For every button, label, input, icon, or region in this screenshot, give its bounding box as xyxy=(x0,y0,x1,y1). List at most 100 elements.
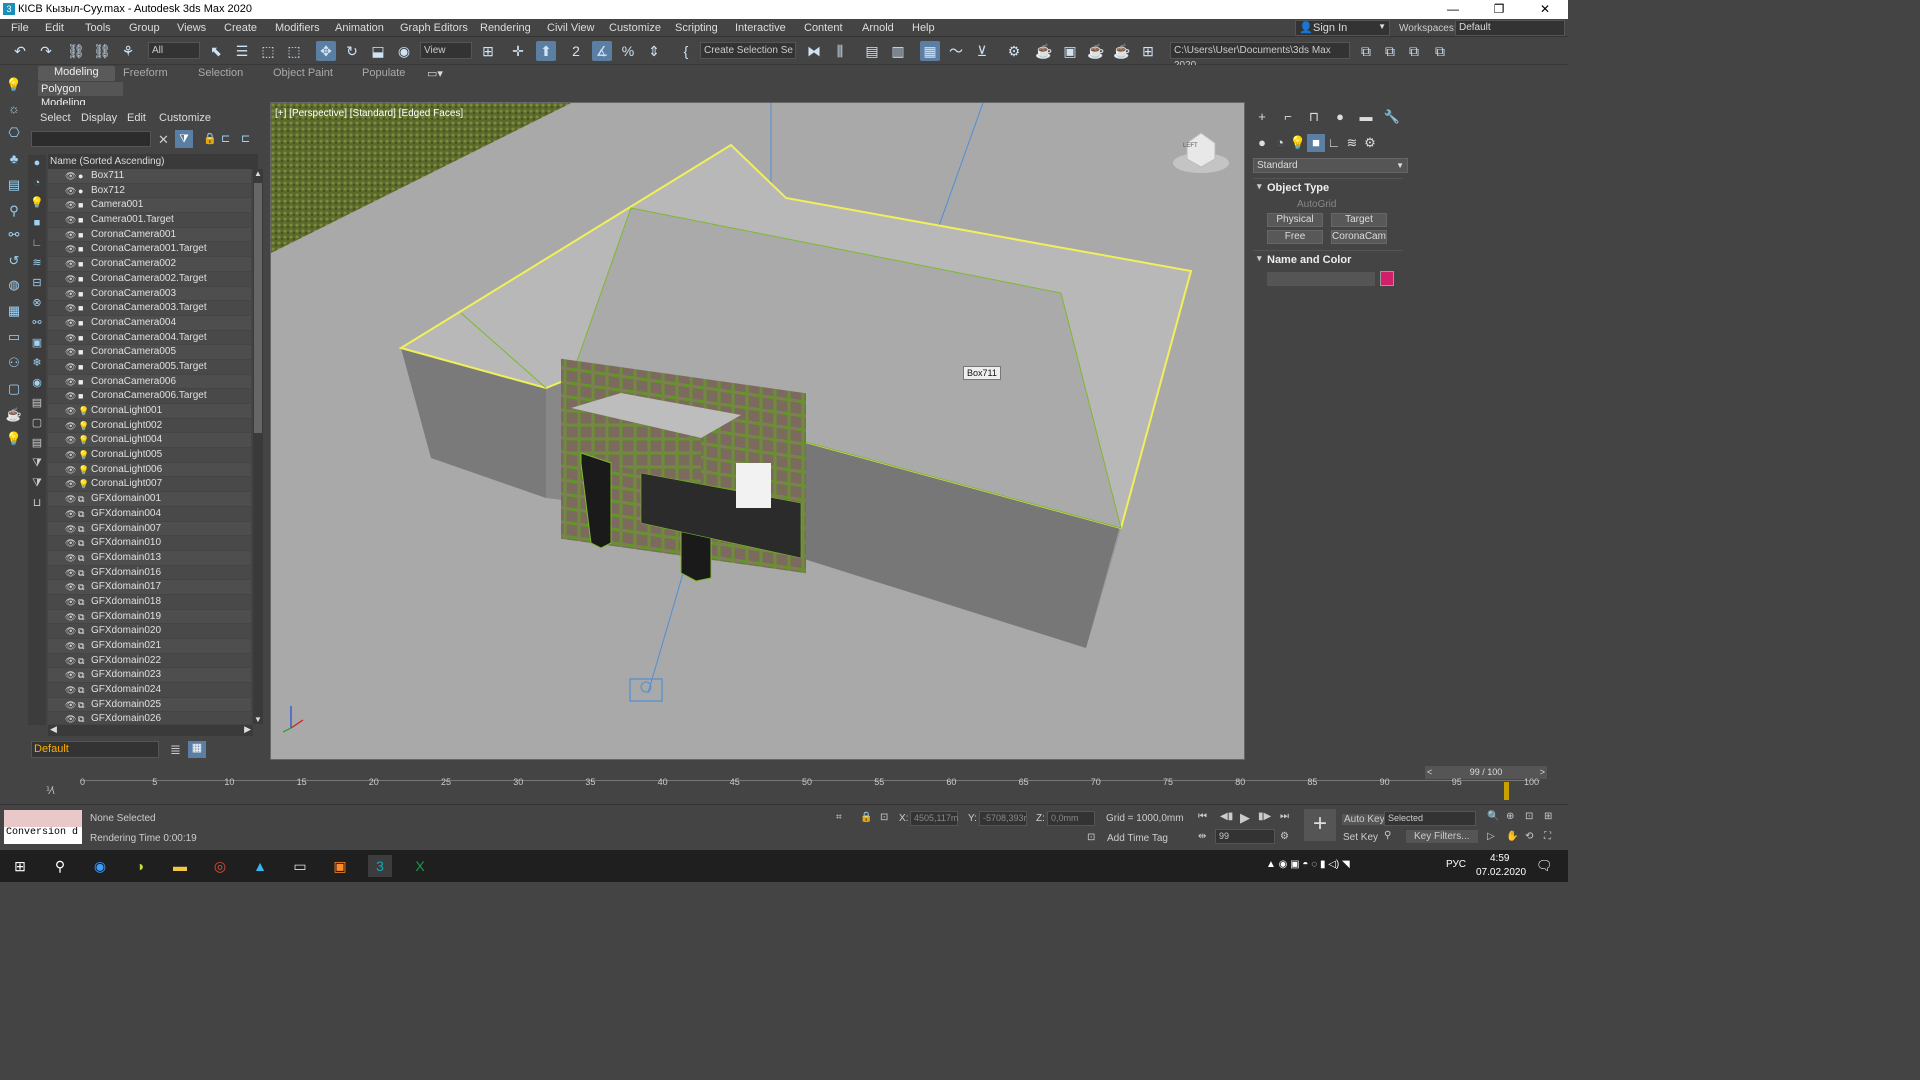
camera-tool-icon[interactable]: ⎔ xyxy=(5,124,23,142)
eye-icon[interactable]: 👁 xyxy=(65,624,76,639)
eye-icon[interactable]: 👁 xyxy=(65,463,76,478)
hierarchy-tab-icon[interactable]: ⊓ xyxy=(1305,108,1323,126)
tray-icons[interactable]: ▲ ◉ ▣ ◓ ◌ ▮ ◁) ◥ xyxy=(1266,859,1350,870)
fov-icon[interactable]: ▷ xyxy=(1487,831,1495,842)
xrefs-filter-icon[interactable]: ⊗ xyxy=(29,295,45,311)
place-icon[interactable]: ◉ xyxy=(394,41,414,61)
containers-filter-icon[interactable]: ▣ xyxy=(29,335,45,351)
material-editor-icon[interactable]: ⚙ xyxy=(1004,41,1024,61)
prev-key-icon[interactable]: ◀▮ xyxy=(1220,811,1233,822)
eye-icon[interactable]: 👁 xyxy=(65,522,76,537)
tab-modeling[interactable]: Modeling xyxy=(38,66,115,81)
list-item[interactable]: 👁 ■ Camera001 xyxy=(48,198,251,214)
layers-toggle-icon[interactable]: ⊏ xyxy=(241,132,250,145)
teamviewer-icon[interactable]: ◉ xyxy=(88,855,112,877)
eye-icon[interactable]: 👁 xyxy=(65,580,76,595)
list-item[interactable]: 👁 ⧉ GFXdomain010 xyxy=(48,536,251,551)
selection-filter-dropdown[interactable]: All xyxy=(148,42,200,59)
eye-icon[interactable]: 👁 xyxy=(65,287,76,302)
eye-icon[interactable]: 👁 xyxy=(65,301,76,316)
maxscript-listener-mini[interactable] xyxy=(4,810,82,827)
screen-icon[interactable]: ▭ xyxy=(5,328,23,346)
open-explorer-4-icon[interactable]: ⧉ xyxy=(1430,41,1450,61)
category-dropdown[interactable]: Standard ▼ xyxy=(1253,158,1408,173)
people-icon[interactable]: ⚇ xyxy=(5,354,23,372)
ref-coord-dropdown[interactable]: View xyxy=(420,42,472,59)
rendered-frame-window-icon[interactable]: ▣ xyxy=(1060,41,1080,61)
object-name-input[interactable] xyxy=(1267,272,1375,286)
tab-freeform[interactable]: Freeform xyxy=(123,67,168,79)
list-item[interactable]: 👁 ⧉ GFXdomain023 xyxy=(48,668,251,684)
language-indicator[interactable]: РУС xyxy=(1446,859,1466,870)
helpers-filter-icon[interactable]: ∟ xyxy=(29,235,45,251)
project-folder-dropdown[interactable]: C:\Users\User\Documents\3ds Max 2020 xyxy=(1170,42,1350,71)
polygon-modeling-panel[interactable]: Polygon Modeling xyxy=(38,82,123,109)
goto-start-icon[interactable]: ⏮ xyxy=(1198,811,1207,822)
layer-dropdown[interactable]: Default xyxy=(31,741,159,758)
geometry-create-icon[interactable]: ● xyxy=(1253,134,1271,152)
list-item[interactable]: 👁 ⧉ GFXdomain013 xyxy=(48,550,251,566)
eye-icon[interactable]: 👁 xyxy=(65,712,76,724)
eye-icon[interactable]: 👁 xyxy=(65,198,76,213)
app-circle-icon[interactable]: ◑ xyxy=(128,855,152,877)
undo-icon[interactable]: ↶ xyxy=(10,41,30,61)
menu-modifiers[interactable]: Modifiers xyxy=(275,20,320,36)
invert-filter-icon[interactable]: ▤ xyxy=(29,435,45,451)
list-item[interactable]: 👁 💡 CoronaLight001 xyxy=(48,404,251,419)
rotate-tool-icon[interactable]: ↺ xyxy=(5,252,23,270)
zoom-extents-icon[interactable]: ⊡ xyxy=(1525,811,1533,822)
eye-icon[interactable]: 👁 xyxy=(65,507,76,522)
hierarchy-icon[interactable]: ⊏ xyxy=(221,132,230,145)
bind-spacewarp-icon[interactable]: ⚘ xyxy=(118,41,138,61)
scroll-left-icon[interactable]: ◀ xyxy=(50,724,57,735)
selection-lock-icon[interactable]: 🔒 xyxy=(860,812,872,823)
select-by-name-icon[interactable]: ☰ xyxy=(232,41,252,61)
perspective-viewport[interactable]: [+] [Perspective] [Standard] [Edged Face… xyxy=(270,102,1245,760)
redo-icon[interactable]: ↷ xyxy=(36,41,56,61)
eye-icon[interactable]: 👁 xyxy=(65,404,76,419)
percent-snap-icon[interactable]: % xyxy=(618,41,638,61)
create-tab-icon[interactable]: + xyxy=(1253,108,1271,126)
manipulate-icon[interactable]: ✛ xyxy=(508,41,528,61)
zoom-icon[interactable]: 🔍 xyxy=(1487,811,1499,822)
tree-icon[interactable]: ♣ xyxy=(5,150,23,168)
x-coordinate-field[interactable]: 4505,117m xyxy=(910,811,958,826)
orbit-icon[interactable]: ⟲ xyxy=(1525,831,1533,842)
list-item[interactable]: 👁 ■ CoronaCamera005 xyxy=(48,345,251,360)
link-icon[interactable]: ⛓ xyxy=(66,41,86,61)
eye-icon[interactable]: 👁 xyxy=(65,610,76,625)
next-key-icon[interactable]: ▮▶ xyxy=(1258,811,1271,822)
eye-icon[interactable]: 👁 xyxy=(65,184,76,199)
display-tab-icon[interactable]: ▬ xyxy=(1357,108,1375,126)
sun-icon[interactable]: ☼ xyxy=(5,100,23,118)
menu-customize[interactable]: Customize xyxy=(609,20,661,36)
scene-menu-select[interactable]: Select xyxy=(40,112,71,124)
bones-filter-icon[interactable]: ⚯ xyxy=(29,315,45,331)
list-item[interactable]: 👁 ■ CoronaCamera006 xyxy=(48,374,251,390)
menu-create[interactable]: Create xyxy=(224,20,257,36)
open-explorer-icon[interactable]: ⧉ xyxy=(1356,41,1376,61)
funnel-2-icon[interactable]: ⧩ xyxy=(29,475,45,491)
eye-icon[interactable]: 👁 xyxy=(65,345,76,360)
scene-menu-edit[interactable]: Edit xyxy=(127,112,146,124)
menu-edit[interactable]: Edit xyxy=(45,20,64,36)
name-color-title[interactable]: Name and Color xyxy=(1253,251,1403,269)
eye-icon[interactable]: 👁 xyxy=(65,257,76,272)
current-frame-field[interactable]: 99 xyxy=(1215,829,1275,844)
list-icon[interactable]: ▤ xyxy=(5,176,23,194)
clock-time[interactable]: 4:59 xyxy=(1490,853,1509,864)
toggle-ribbon-icon[interactable]: ▥ xyxy=(888,41,908,61)
select-rotate-icon[interactable]: ↻ xyxy=(342,41,362,61)
window-crossing-icon[interactable]: ⬚ xyxy=(284,41,304,61)
schematic-view-icon[interactable]: ⊻ xyxy=(972,41,992,61)
list-item[interactable]: 👁 ■ CoronaCamera004.Target xyxy=(48,331,251,346)
close-button[interactable]: ✕ xyxy=(1522,0,1568,19)
lock-icon[interactable]: 🔒 xyxy=(203,132,217,145)
modify-tab-icon[interactable]: ⌐ xyxy=(1279,108,1297,126)
select-object-icon[interactable]: ⬉ xyxy=(206,41,226,61)
eye-icon[interactable]: 👁 xyxy=(65,477,76,492)
list-item[interactable]: 👁 ■ CoronaCamera005.Target xyxy=(48,360,251,375)
named-selection-dropdown[interactable]: Create Selection Se xyxy=(700,42,796,59)
menu-help[interactable]: Help xyxy=(912,20,935,36)
menu-views[interactable]: Views xyxy=(177,20,206,36)
